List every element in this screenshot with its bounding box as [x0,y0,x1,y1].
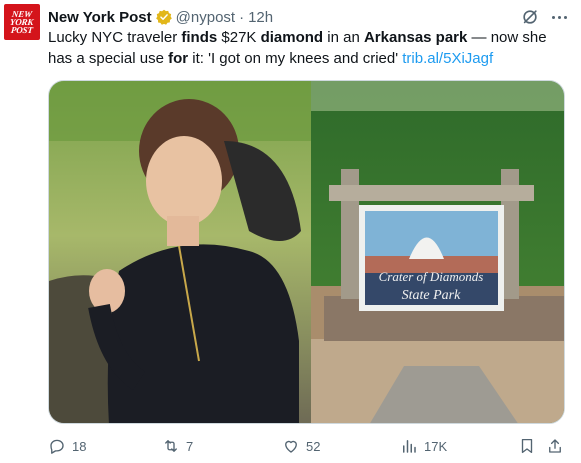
account-handle[interactable]: @nypost [176,9,235,26]
grok-icon[interactable] [521,8,539,26]
avatar[interactable]: NEW YORK POST [4,4,40,40]
avatar-text-3: POST [10,25,34,35]
views-icon [403,440,416,453]
tweet-header: New York Post @nypost · 12h [48,7,273,27]
text-part: Lucky NYC traveler [48,29,182,46]
bookmark-button[interactable] [518,436,536,456]
views-button[interactable]: 17K [400,436,447,456]
timestamp[interactable]: 12h [248,9,273,26]
text-bold: finds [181,29,218,46]
reply-icon [50,439,64,454]
text-part: $27K [217,29,261,46]
repost-button[interactable]: 7 [162,436,193,456]
text-part: in an [323,29,364,46]
views-count: 17K [424,438,448,454]
text-bold: for [168,50,189,67]
account-name[interactable]: New York Post [48,9,152,26]
reply-button[interactable]: 18 [48,436,86,456]
woman-photo [49,81,311,423]
like-icon [285,440,297,453]
separator: · [239,8,245,26]
action-bar: 18 7 52 17K [48,436,565,456]
text-bold: Arkansas park [363,29,468,46]
repost-count: 7 [186,438,194,454]
tweet-link[interactable]: trib.al/5XiJagf [402,50,493,67]
tweet-media[interactable]: Crater of Diamonds State Park [48,80,565,424]
verified-badge-icon [155,9,172,25]
sign-text-2: State Park [402,288,461,303]
text-bold: diamond [260,29,324,46]
tweet-text: Lucky NYC traveler finds $27K diamond in… [48,27,573,69]
park-sign-photo [311,81,564,423]
share-button[interactable] [546,436,564,456]
text-part: it: 'I got on my knees and cried' [188,50,403,67]
media-photo: Crater of Diamonds State Park [49,81,564,423]
like-button[interactable]: 52 [282,436,320,456]
sign-text-1: Crater of Diamonds [379,269,484,284]
repost-icon [165,440,177,452]
like-count: 52 [306,438,321,454]
bookmark-icon [521,438,533,454]
more-icon[interactable] [549,8,569,26]
reply-count: 18 [72,438,87,454]
share-icon [549,439,561,453]
